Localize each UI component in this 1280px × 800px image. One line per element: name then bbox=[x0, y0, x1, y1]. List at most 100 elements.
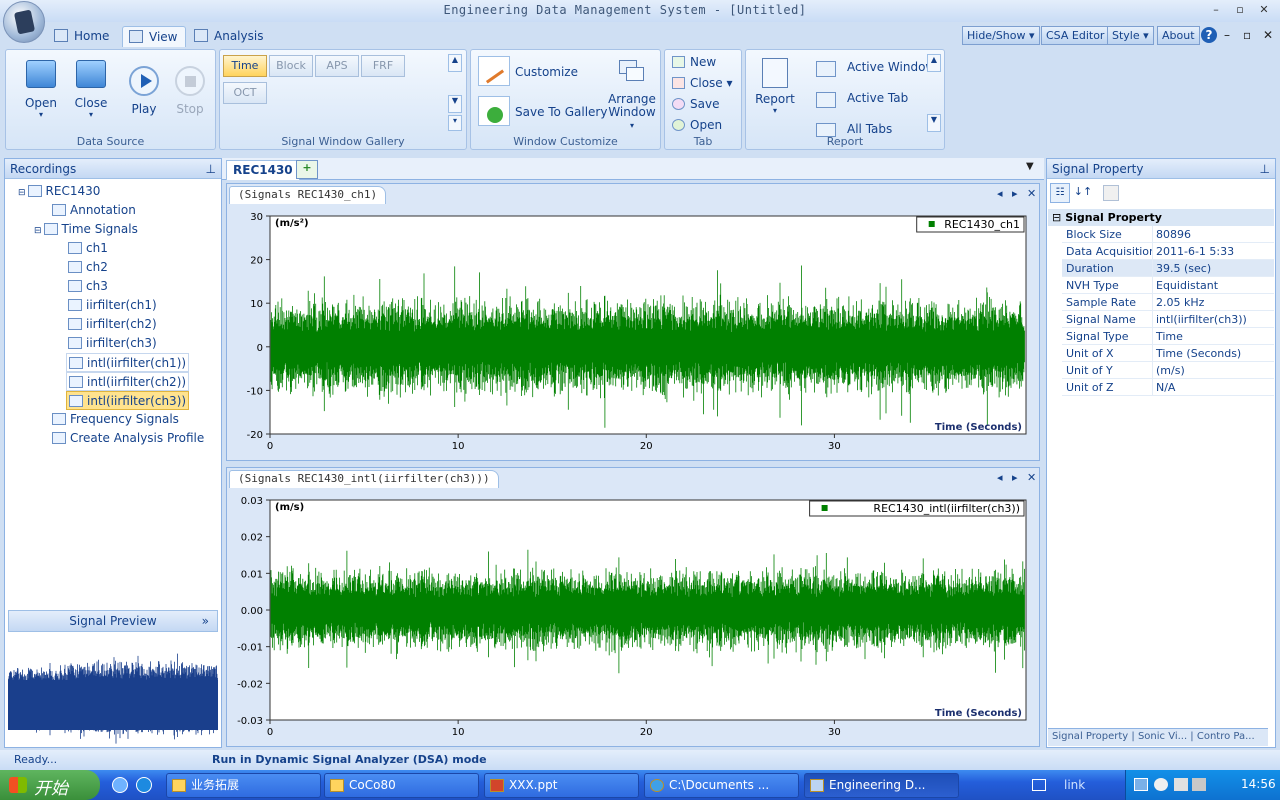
ribbon-restore-icon[interactable]: ▫ bbox=[1243, 28, 1251, 42]
property-row[interactable]: Data Acquisition T 2011-6-1 5:33 bbox=[1062, 243, 1274, 260]
property-row[interactable]: Sample Rate 2.05 kHz bbox=[1062, 294, 1274, 311]
report-expand-icon[interactable]: ▼ bbox=[927, 114, 941, 132]
arrange-window-button[interactable]: Arrange Window ▾ bbox=[606, 93, 658, 132]
tab-analysis[interactable]: Analysis bbox=[188, 26, 271, 47]
pin-icon[interactable]: ⊥ bbox=[206, 162, 216, 176]
link-toolbar[interactable]: link bbox=[1064, 778, 1085, 792]
tab-dropdown-icon[interactable]: ▼ bbox=[1026, 161, 1034, 172]
hide-show-button[interactable]: Hide/Show ▾ bbox=[962, 26, 1040, 45]
plot-intl-ch3[interactable]: 0.03 0.02 0.01 0.00 -0.01 -0.02 -0.03 0 10 20 30 (m… bbox=[228, 490, 1038, 746]
tree-item-create-analysis-profile[interactable]: Create Analysis Profile bbox=[52, 429, 204, 448]
gallery-oct-button[interactable]: OCT bbox=[223, 82, 267, 104]
signal-window-tab[interactable]: (Signals REC1430_intl(iirfilter(ch3))) bbox=[229, 470, 499, 488]
next-window-icon[interactable]: ▸ bbox=[1012, 187, 1018, 200]
property-row[interactable]: Duration 39.5 (sec) bbox=[1062, 260, 1274, 277]
tree-item-ch3[interactable]: ch3 bbox=[68, 277, 108, 296]
save-to-gallery-label[interactable]: Save To Gallery bbox=[515, 105, 607, 119]
taskbar-item[interactable]: CoCo80 bbox=[324, 773, 479, 798]
security-icon[interactable] bbox=[1154, 778, 1168, 791]
report-button[interactable]: Report ▾ bbox=[752, 58, 798, 115]
play-button[interactable]: Play bbox=[122, 66, 166, 116]
tab-view[interactable]: View bbox=[122, 26, 187, 47]
add-tab-icon[interactable]: + bbox=[296, 160, 318, 179]
tab-home[interactable]: Home bbox=[48, 26, 117, 47]
gallery-time-button[interactable]: Time bbox=[223, 55, 267, 77]
taskbar-item[interactable]: C:\Documents ... bbox=[644, 773, 799, 798]
tree-item-rec1430[interactable]: ⊟ REC1430 bbox=[18, 182, 100, 201]
gallery-scroll-up-icon[interactable]: ▲ bbox=[448, 54, 462, 72]
taskbar-item[interactable]: 业务拓展 bbox=[166, 773, 321, 798]
gallery-scroll-down-icon[interactable]: ▼ bbox=[448, 95, 462, 113]
tree-item-frequency-signals[interactable]: Frequency Signals bbox=[52, 410, 179, 429]
property-row[interactable]: Signal Name intl(iirfilter(ch3)) bbox=[1062, 311, 1274, 328]
tree-item-ch1[interactable]: ch1 bbox=[68, 239, 108, 258]
volume-icon[interactable] bbox=[1174, 778, 1188, 791]
report-active-window-button[interactable]: Active Window bbox=[814, 58, 935, 77]
gallery-block-button[interactable]: Block bbox=[269, 55, 313, 77]
property-row[interactable]: Signal Type Time bbox=[1062, 328, 1274, 345]
tree-item-iirfilter-ch3[interactable]: iirfilter(ch3) bbox=[68, 334, 157, 353]
close-window-icon[interactable]: ✕ bbox=[1027, 471, 1036, 484]
categorized-icon[interactable]: ☷ bbox=[1050, 183, 1070, 203]
keyboard-icon[interactable] bbox=[1032, 779, 1046, 791]
tab-close-button[interactable]: Close ▾ bbox=[670, 74, 733, 92]
taskbar-item[interactable]: Engineering D... bbox=[804, 773, 959, 798]
property-pages-icon[interactable] bbox=[1103, 185, 1119, 201]
next-window-icon[interactable]: ▸ bbox=[1012, 471, 1018, 484]
property-section[interactable]: ⊟ Signal Property bbox=[1048, 209, 1274, 226]
sort-alpha-icon[interactable]: ↓↑ bbox=[1073, 183, 1093, 203]
tree-item-time-signals[interactable]: ⊟ Time Signals bbox=[34, 220, 138, 239]
ribbon-minimize-icon[interactable]: – bbox=[1224, 28, 1230, 42]
network-icon[interactable] bbox=[1134, 778, 1148, 791]
plot-ch1[interactable]: 30 20 10 0 -10 -20 0 10 20 30 (m/s²) REC1430_ch1 Tim… bbox=[228, 206, 1038, 460]
right-panel-tabs[interactable]: Signal Property | Sonic Vi... | Contro P… bbox=[1048, 728, 1268, 746]
property-row[interactable]: Unit of Z N/A bbox=[1062, 379, 1274, 396]
gallery-aps-button[interactable]: APS bbox=[315, 55, 359, 77]
stop-button[interactable]: Stop bbox=[168, 66, 212, 116]
tree-item-annotation[interactable]: Annotation bbox=[52, 201, 136, 220]
gallery-expand-icon[interactable]: ▾ bbox=[448, 115, 462, 131]
tab-new-button[interactable]: New bbox=[670, 53, 716, 71]
tree-item-intl-ch1[interactable]: intl(iirfilter(ch1)) bbox=[66, 353, 190, 372]
signal-window-tab[interactable]: (Signals REC1430_ch1) bbox=[229, 186, 387, 204]
property-row[interactable]: Unit of X Time (Seconds) bbox=[1062, 345, 1274, 362]
tree-item-intl-ch3[interactable]: intl(iirfilter(ch3)) bbox=[66, 391, 190, 410]
customize-label[interactable]: Customize bbox=[515, 65, 578, 79]
minimize-button[interactable]: – bbox=[1208, 3, 1224, 17]
tray-icon[interactable] bbox=[1192, 778, 1206, 791]
report-scroll-up-icon[interactable]: ▲ bbox=[927, 54, 941, 72]
gallery-frf-button[interactable]: FRF bbox=[361, 55, 405, 77]
browser-icon[interactable] bbox=[136, 777, 152, 793]
signal-preview-header[interactable]: Signal Preview » bbox=[8, 610, 218, 632]
save-to-gallery-icon[interactable] bbox=[478, 96, 510, 126]
start-button[interactable]: 开始 bbox=[0, 770, 100, 800]
tree-item-iirfilter-ch2[interactable]: iirfilter(ch2) bbox=[68, 315, 157, 334]
property-row[interactable]: Unit of Y (m/s) bbox=[1062, 362, 1274, 379]
ie-icon[interactable] bbox=[112, 777, 128, 793]
customize-icon[interactable] bbox=[478, 56, 510, 86]
application-menu-button[interactable] bbox=[3, 1, 45, 43]
close-window-button[interactable]: ✕ bbox=[1256, 3, 1272, 17]
maximize-button[interactable]: ▫ bbox=[1232, 3, 1248, 17]
prev-window-icon[interactable]: ◂ bbox=[997, 471, 1003, 484]
tree-item-ch2[interactable]: ch2 bbox=[68, 258, 108, 277]
prev-window-icon[interactable]: ◂ bbox=[997, 187, 1003, 200]
arrange-window-icon[interactable] bbox=[617, 56, 647, 86]
style-button[interactable]: Style ▾ bbox=[1107, 26, 1154, 45]
tab-save-button[interactable]: Save bbox=[670, 95, 719, 113]
close-button[interactable]: Close ▾ bbox=[68, 60, 114, 119]
property-row[interactable]: NVH Type Equidistant bbox=[1062, 277, 1274, 294]
tree-item-iirfilter-ch1[interactable]: iirfilter(ch1) bbox=[68, 296, 157, 315]
about-button[interactable]: About bbox=[1157, 26, 1200, 45]
report-active-tab-button[interactable]: Active Tab bbox=[814, 89, 908, 108]
tree-item-intl-ch2[interactable]: intl(iirfilter(ch2)) bbox=[66, 372, 190, 391]
document-tab-rec1430[interactable]: REC1430 bbox=[226, 160, 300, 180]
report-all-tabs-button[interactable]: All Tabs bbox=[814, 120, 892, 138]
close-window-icon[interactable]: ✕ bbox=[1027, 187, 1036, 200]
ribbon-close-icon[interactable]: ✕ bbox=[1263, 28, 1273, 42]
property-row[interactable]: Block Size 80896 bbox=[1062, 226, 1274, 243]
collapse-icon[interactable]: » bbox=[202, 611, 209, 631]
pin-icon[interactable]: ⊥ bbox=[1260, 162, 1270, 176]
csa-editor-button[interactable]: CSA Editor bbox=[1041, 26, 1110, 45]
taskbar-item[interactable]: XXX.ppt bbox=[484, 773, 639, 798]
